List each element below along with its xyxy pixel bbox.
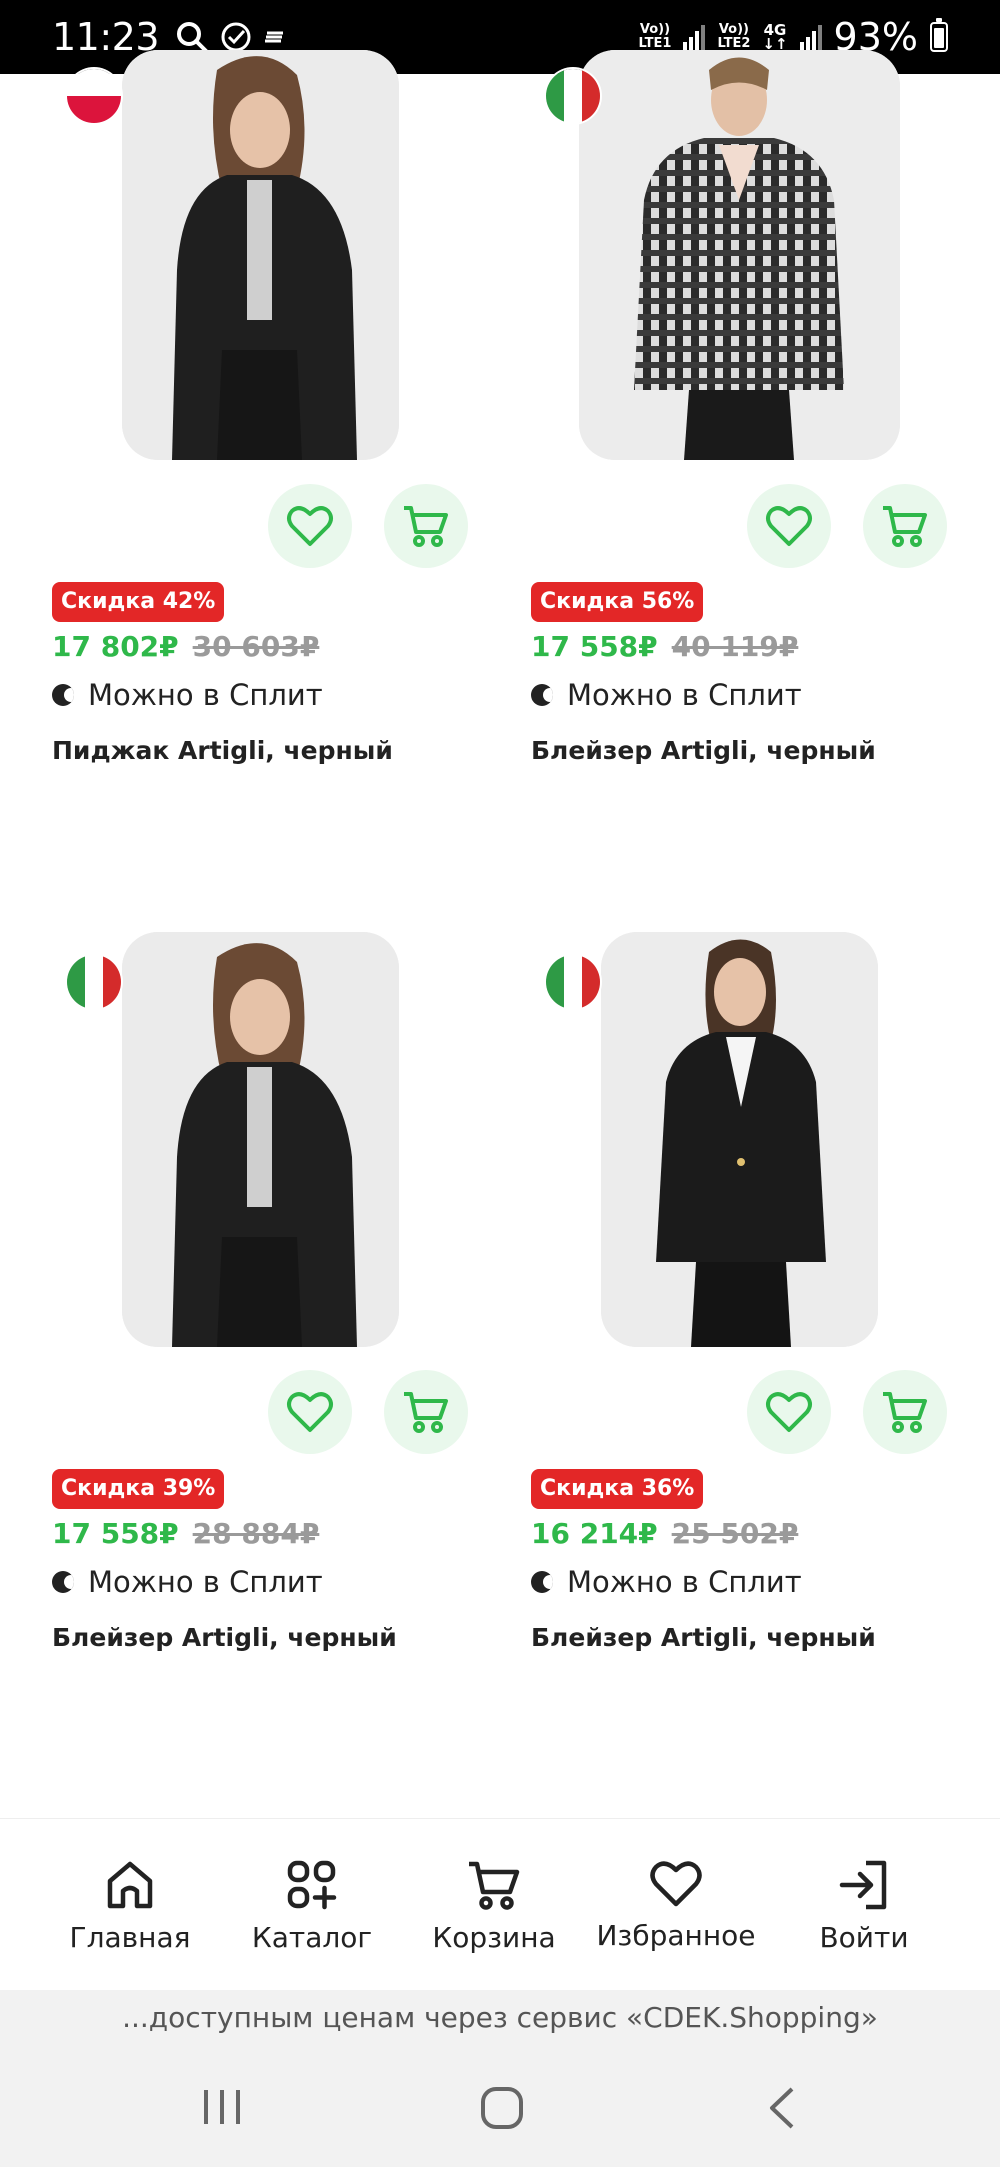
discount-badge: Скидка 56% [531, 582, 704, 622]
current-price: 16 214₽ [531, 1517, 658, 1550]
sim2-volte: Vo)) [718, 22, 749, 37]
split-label: Можно в Сплит [567, 678, 802, 712]
old-price: 40 119₽ [671, 630, 799, 663]
country-flag-poland [67, 69, 121, 123]
nav-login-label: Войти [819, 1921, 909, 1954]
split-payment: Можно в Сплит [52, 1565, 323, 1599]
nav-catalog[interactable]: Каталог [222, 1859, 402, 1954]
battery-icon [930, 18, 948, 52]
split-payment: Можно в Сплит [531, 678, 802, 712]
split-icon [52, 684, 74, 706]
price-row: 17 558₽ 40 119₽ [531, 630, 798, 663]
nav-catalog-label: Каталог [251, 1921, 373, 1954]
favorite-button[interactable] [747, 1370, 831, 1454]
product-title[interactable]: Блейзер Artigli, черный [531, 1623, 876, 1652]
sim2-indicator: Vo)) LTE2 [717, 23, 750, 51]
product-image[interactable] [122, 50, 399, 460]
nav-favorites-label: Избранное [596, 1919, 756, 1952]
notes-icon [265, 31, 284, 43]
signal-icon-2 [799, 24, 822, 50]
split-payment: Можно в Сплит [52, 678, 323, 712]
product-photo [122, 50, 399, 460]
cart-icon [883, 506, 927, 547]
add-to-cart-button[interactable] [863, 484, 947, 568]
home-icon [107, 1861, 153, 1909]
split-icon [531, 1571, 553, 1593]
sim2-label: LTE2 [717, 36, 751, 51]
product-photo [601, 932, 878, 1347]
current-price: 17 802₽ [52, 630, 179, 663]
signal-icon [683, 24, 706, 50]
cart-icon [883, 1392, 927, 1433]
price-row: 16 214₽ 25 502₽ [531, 1517, 798, 1550]
data-arrows-icon: ↓↑ [762, 35, 788, 53]
favorite-button[interactable] [268, 484, 352, 568]
price-row: 17 802₽ 30 603₽ [52, 630, 319, 663]
cart-icon [404, 1392, 448, 1433]
heart-icon [287, 1392, 333, 1432]
current-price: 17 558₽ [531, 630, 658, 663]
split-label: Можно в Сплит [567, 1565, 802, 1599]
product-image[interactable] [579, 50, 900, 460]
product-image[interactable] [601, 932, 878, 1347]
heart-icon [766, 1392, 812, 1432]
catalog-icon [287, 1860, 337, 1910]
country-flag-italy [67, 955, 121, 1009]
product-title[interactable]: Пиджак Artigli, черный [52, 736, 393, 765]
old-price: 25 502₽ [671, 1517, 799, 1550]
heart-icon [650, 1861, 702, 1907]
heart-icon [766, 506, 812, 546]
add-to-cart-button[interactable] [384, 484, 468, 568]
nav-login[interactable]: Войти [774, 1859, 954, 1954]
discount-badge: Скидка 42% [52, 582, 225, 622]
add-to-cart-button[interactable] [863, 1370, 947, 1454]
nav-cart[interactable]: Корзина [404, 1859, 584, 1954]
add-to-cart-button[interactable] [384, 1370, 468, 1454]
old-price: 28 884₽ [192, 1517, 320, 1550]
heart-icon [287, 506, 333, 546]
country-flag-italy [546, 955, 600, 1009]
cart-icon [404, 506, 448, 547]
bottom-navigation: Главная Каталог Корзина Избранное Войти [0, 1818, 1000, 1990]
sim1-label: LTE1 [638, 36, 672, 51]
old-price: 30 603₽ [192, 630, 320, 663]
current-price: 17 558₽ [52, 1517, 179, 1550]
product-title[interactable]: Блейзер Artigli, черный [531, 736, 876, 765]
price-row: 17 558₽ 28 884₽ [52, 1517, 319, 1550]
discount-badge: Скидка 36% [531, 1469, 704, 1509]
check-circle-icon [221, 22, 251, 52]
back-icon[interactable] [766, 2086, 798, 2130]
product-photo [579, 50, 900, 460]
nav-cart-label: Корзина [432, 1921, 556, 1954]
sim1-volte: Vo)) [639, 22, 671, 37]
nav-home-label: Главная [69, 1921, 191, 1954]
product-title[interactable]: Блейзер Artigli, черный [52, 1623, 397, 1652]
country-flag-italy [546, 69, 600, 123]
sim1-indicator: Vo)) LTE1 [639, 23, 672, 51]
split-label: Можно в Сплит [88, 678, 323, 712]
favorite-button[interactable] [268, 1370, 352, 1454]
nav-home[interactable]: Главная [40, 1859, 220, 1954]
product-image[interactable] [122, 932, 399, 1347]
split-icon [52, 1571, 74, 1593]
network-type: 4G ↓↑ [762, 23, 788, 53]
split-payment: Можно в Сплит [531, 1565, 802, 1599]
cart-icon [469, 1861, 520, 1910]
search-icon [177, 22, 209, 53]
recent-apps-icon[interactable] [200, 2086, 244, 2128]
split-icon [531, 684, 553, 706]
product-photo [122, 932, 399, 1347]
nav-favorites[interactable]: Избранное [586, 1859, 766, 1952]
home-button-icon[interactable] [480, 2086, 524, 2130]
system-navigation-bar [0, 2046, 1000, 2167]
login-icon [839, 1860, 887, 1910]
split-label: Можно в Сплит [88, 1565, 323, 1599]
page-url-banner[interactable]: ...доступным ценам через сервис «CDEK.Sh… [0, 1990, 1000, 2046]
favorite-button[interactable] [747, 484, 831, 568]
discount-badge: Скидка 39% [52, 1469, 225, 1509]
